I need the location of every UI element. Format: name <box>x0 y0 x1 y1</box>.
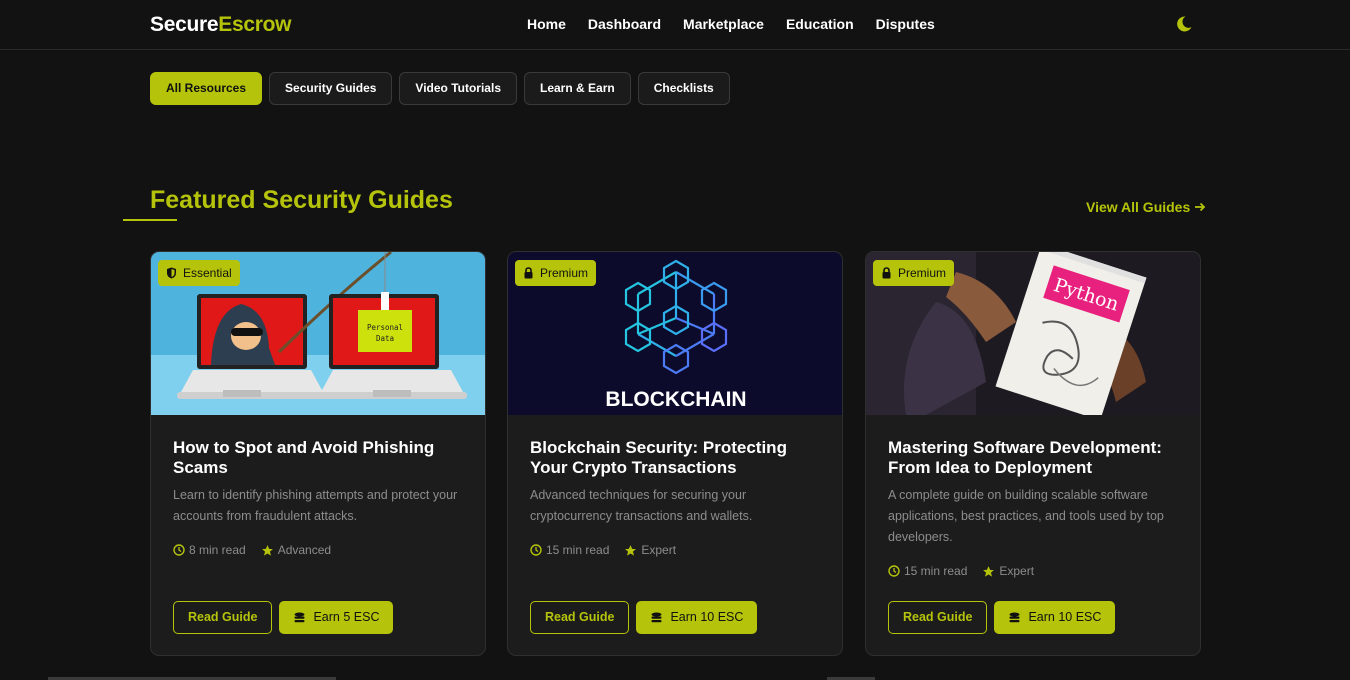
read-time: 15 min read <box>546 543 610 557</box>
section-title: Featured Security Guides <box>150 186 453 214</box>
badge-label: Premium <box>540 266 589 280</box>
read-time: 15 min read <box>904 564 968 578</box>
guide-card: Python Premium Mastering Software Develo… <box>865 251 1201 656</box>
star-icon <box>983 565 995 577</box>
brand-name-part2: Escrow <box>218 13 292 36</box>
nav-link-dashboard[interactable]: Dashboard <box>588 16 661 32</box>
read-time: 8 min read <box>189 543 246 557</box>
brand-logo[interactable]: SecureEscrow <box>150 13 291 37</box>
card-description: Advanced techniques for securing your cr… <box>530 488 753 523</box>
card-actions: Read Guide Earn 10 ESC <box>888 601 1116 634</box>
moon-icon[interactable] <box>1175 15 1193 33</box>
view-all-label: View All Guides <box>1086 199 1191 215</box>
earn-label: Earn 5 ESC <box>313 610 380 624</box>
image-text-data: Data <box>376 334 394 343</box>
guide-card: BLOCKCHAIN Premium Blockchain Security: … <box>507 251 843 656</box>
clock-icon <box>173 544 185 556</box>
difficulty-level: Advanced <box>277 543 332 557</box>
category-badge: Essential <box>158 260 240 286</box>
card-meta: 15 min read Expert <box>530 543 691 557</box>
nav-link-education[interactable]: Education <box>786 16 854 32</box>
card-title[interactable]: Mastering Software Development: From Ide… <box>888 438 1183 478</box>
nav-link-marketplace[interactable]: Marketplace <box>683 16 764 32</box>
top-navbar: SecureEscrow Home Dashboard Marketplace … <box>0 0 1350 50</box>
nav-link-home[interactable]: Home <box>527 16 566 32</box>
read-guide-button[interactable]: Read Guide <box>888 601 988 634</box>
view-all-guides-link[interactable]: View All Guides <box>1086 199 1206 215</box>
earn-label: Earn 10 ESC <box>1028 610 1102 624</box>
earn-button[interactable]: Earn 5 ESC <box>279 601 394 634</box>
clock-icon <box>888 565 900 577</box>
tab-checklists[interactable]: Checklists <box>637 72 730 105</box>
difficulty-level: Expert <box>999 564 1035 578</box>
coins-icon <box>294 612 305 622</box>
lock-icon <box>524 267 533 279</box>
card-description: A complete guide on building scalable so… <box>888 488 1164 544</box>
card-title[interactable]: Blockchain Security: Protecting Your Cry… <box>530 438 825 478</box>
card-actions: Read Guide Earn 5 ESC <box>173 601 394 634</box>
guide-card: Personal Data Essential How to Spot and … <box>150 251 486 656</box>
tab-video-tutorials[interactable]: Video Tutorials <box>399 72 517 105</box>
tab-security-guides[interactable]: Security Guides <box>269 72 393 105</box>
difficulty-level: Expert <box>641 543 677 557</box>
brand-name-part1: Secure <box>150 13 219 36</box>
card-actions: Read Guide Earn 10 ESC <box>530 601 758 634</box>
image-text-blockchain: BLOCKCHAIN <box>605 388 746 411</box>
clock-icon <box>530 544 542 556</box>
coins-icon <box>1009 612 1020 622</box>
coins-icon <box>651 612 662 622</box>
earn-label: Earn 10 ESC <box>670 610 744 624</box>
title-underline <box>123 219 177 221</box>
category-badge: Premium <box>515 260 597 286</box>
image-text-personal: Personal <box>367 323 403 332</box>
card-meta: 15 min read Expert <box>888 564 1049 578</box>
star-icon <box>261 544 273 556</box>
category-badge: Premium <box>873 260 955 286</box>
card-meta: 8 min read Advanced <box>173 543 346 557</box>
nav-link-disputes[interactable]: Disputes <box>876 16 935 32</box>
read-guide-button[interactable]: Read Guide <box>530 601 630 634</box>
nav-links: Home Dashboard Marketplace Education Dis… <box>527 16 935 32</box>
lock-icon <box>882 267 891 279</box>
earn-button[interactable]: Earn 10 ESC <box>636 601 758 634</box>
star-icon <box>625 544 637 556</box>
tab-learn-earn[interactable]: Learn & Earn <box>524 72 631 105</box>
earn-button[interactable]: Earn 10 ESC <box>994 601 1116 634</box>
shield-icon <box>167 267 176 279</box>
badge-label: Essential <box>183 266 232 280</box>
badge-label: Premium <box>898 266 947 280</box>
resource-filter-tabs: All Resources Security Guides Video Tuto… <box>150 72 730 105</box>
read-guide-button[interactable]: Read Guide <box>173 601 273 634</box>
card-description: Learn to identify phishing attempts and … <box>173 488 458 523</box>
card-title[interactable]: How to Spot and Avoid Phishing Scams <box>173 438 468 478</box>
arrow-right-icon <box>1195 202 1206 212</box>
tab-all-resources[interactable]: All Resources <box>150 72 263 105</box>
